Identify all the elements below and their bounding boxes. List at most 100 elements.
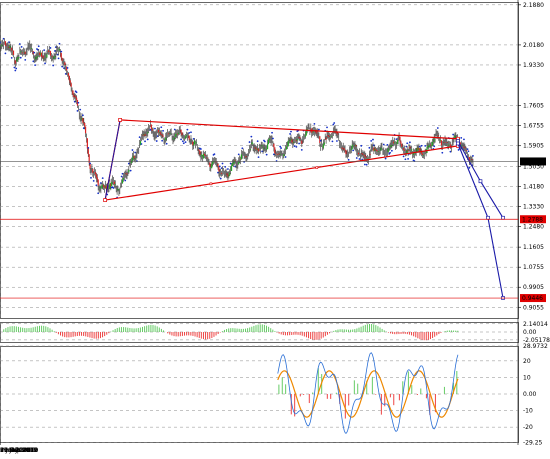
price-candle [433, 139, 435, 142]
oscillator-tick-label: -20 [523, 424, 533, 431]
oscillator-tick-label: 20 [523, 358, 531, 365]
price-candle [121, 179, 124, 184]
price-candle [355, 145, 357, 147]
price-dot [188, 131, 191, 134]
price-candle [391, 144, 393, 146]
price-dot [89, 162, 91, 165]
price-candle [299, 137, 301, 139]
price-candle [95, 174, 97, 178]
price-tick-label: 1.6755 [523, 123, 544, 130]
projection-vertex [456, 141, 460, 146]
price-dot [44, 62, 46, 65]
price-candle [1, 44, 3, 47]
price-candle [188, 135, 190, 140]
price-candle [193, 144, 195, 146]
price-tick-label: 1.0755 [523, 264, 544, 271]
price-candle [240, 154, 243, 160]
price-candle [30, 48, 33, 49]
price-dot [318, 128, 320, 131]
price-candle [75, 95, 77, 98]
price-candle [61, 57, 63, 62]
price-dot [271, 131, 273, 134]
price-candle [195, 142, 197, 144]
price-candle [97, 179, 99, 186]
price-candle [274, 147, 276, 153]
price-candle [397, 140, 399, 142]
price-candle [409, 146, 411, 149]
price-tick-label: 2.1880 [523, 2, 544, 9]
price-candle [449, 144, 452, 147]
price-label-text: 1.5238 [522, 159, 543, 166]
price-tick-label: 1.7605 [523, 103, 544, 110]
price-candle [217, 163, 219, 167]
price-dot [95, 184, 98, 187]
price-candle [343, 147, 345, 151]
price-dot [161, 139, 164, 142]
price-candle [266, 144, 269, 149]
price-candle [86, 138, 88, 149]
price-candle [11, 47, 13, 51]
price-candle [49, 50, 52, 56]
price-candle [5, 45, 7, 47]
price-dot [66, 67, 69, 69]
price-candle [427, 145, 429, 148]
price-candle [72, 90, 74, 95]
price-dot [224, 165, 227, 168]
price-candle [101, 185, 103, 189]
price-candle [193, 140, 196, 145]
price-candle [46, 54, 48, 58]
triangle-marker [315, 166, 319, 169]
price-candle [67, 73, 70, 76]
price-candle [53, 56, 55, 59]
price-dot [181, 140, 184, 143]
price-dot [467, 150, 470, 153]
price-candle [400, 141, 402, 144]
price-dot [34, 64, 37, 67]
oscillator-tick-label: -10 [523, 408, 533, 415]
price-dot [79, 108, 82, 111]
price-dot [15, 67, 18, 70]
price-dot [460, 136, 463, 139]
price-candle [351, 144, 353, 150]
price-dot [472, 154, 474, 157]
price-candle [365, 156, 367, 158]
price-candle [199, 150, 201, 155]
price-candle [228, 175, 230, 177]
price-candle [401, 143, 403, 147]
price-candle [380, 147, 382, 151]
price-candle [73, 94, 75, 98]
price-candle [283, 154, 285, 157]
price-dot [248, 141, 251, 143]
price-candle [20, 51, 22, 53]
price-candle [180, 129, 182, 133]
price-dot [52, 64, 55, 67]
price-candle [82, 118, 84, 123]
price-candle [209, 162, 211, 167]
price-candle [231, 162, 234, 167]
oscillator-tick-label: 10 [523, 374, 531, 381]
price-candle [341, 147, 343, 149]
price-candle [431, 142, 434, 146]
price-candle [411, 149, 413, 151]
triangle-marker [209, 182, 213, 186]
histogram-tick-label: 2.14014 [523, 321, 548, 328]
price-dot [265, 153, 268, 156]
price-dot [298, 142, 300, 145]
price-dot [256, 140, 259, 143]
price-candle [18, 57, 20, 58]
price-candle [103, 184, 105, 187]
price-candle [285, 146, 288, 150]
price-dot [326, 126, 328, 129]
price-candle [54, 56, 56, 57]
price-candle [279, 154, 281, 155]
price-dot [272, 137, 274, 140]
price-dot [124, 179, 127, 182]
price-dot [420, 144, 423, 147]
price-candle [162, 135, 164, 137]
price-dot [284, 156, 287, 158]
price-candle [364, 154, 366, 157]
price-tick-label: 2.0180 [523, 42, 544, 49]
price-candle [276, 153, 279, 155]
price-candle [399, 136, 401, 142]
price-dot [221, 162, 224, 165]
